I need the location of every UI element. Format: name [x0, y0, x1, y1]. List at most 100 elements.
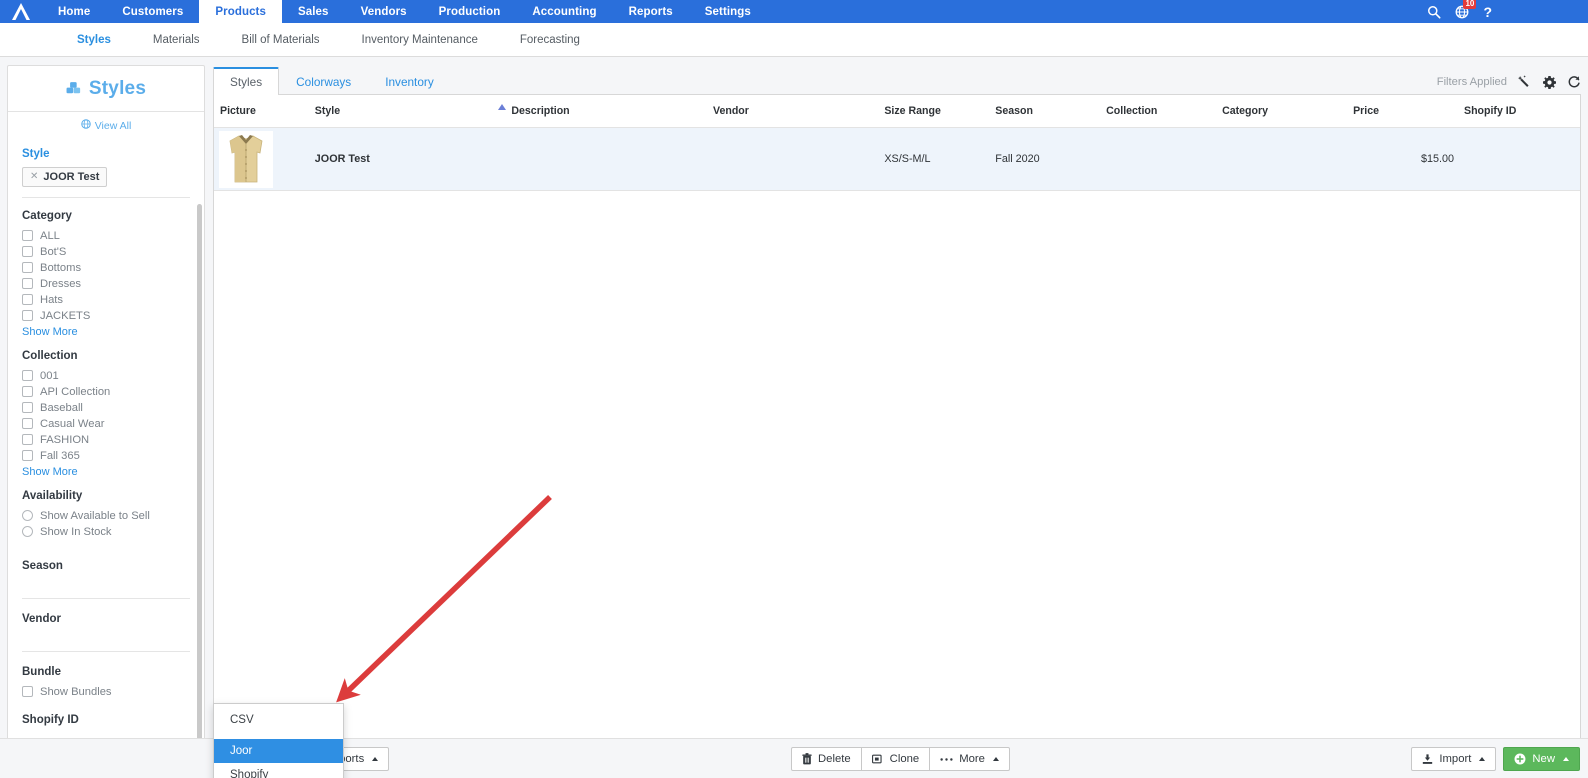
cell-collection: [1106, 127, 1223, 191]
filter-group-season: Season: [22, 560, 190, 599]
column-header-category[interactable]: Category: [1222, 95, 1354, 128]
checkbox-icon[interactable]: [22, 434, 33, 445]
column-header-collection[interactable]: Collection: [1106, 95, 1223, 128]
checkbox-icon[interactable]: [22, 278, 33, 289]
column-header-vendor[interactable]: Vendor: [712, 95, 885, 128]
styles-table-container: Picture Style Description Vendor Size Ra…: [213, 94, 1581, 755]
checkbox-icon[interactable]: [22, 246, 33, 257]
more-button-label: More: [959, 753, 985, 765]
filter-option-show-in-stock[interactable]: Show In Stock: [22, 524, 190, 540]
cell-category: [1222, 127, 1354, 191]
download-icon: [1422, 753, 1433, 765]
company-logo[interactable]: [0, 0, 42, 23]
checkbox-icon[interactable]: [22, 310, 33, 321]
subnav-item-bill-of-materials[interactable]: Bill of Materials: [221, 34, 341, 46]
category-show-more-link[interactable]: Show More: [22, 326, 190, 338]
filter-option-show-available-to-sell[interactable]: Show Available to Sell: [22, 508, 190, 524]
delete-button[interactable]: Delete: [791, 747, 862, 771]
refresh-icon[interactable]: [1567, 75, 1581, 89]
filter-option-casual-wear[interactable]: Casual Wear: [22, 416, 190, 432]
column-header-picture[interactable]: Picture: [214, 95, 315, 128]
search-icon[interactable]: [1427, 5, 1441, 19]
subnav-item-forecasting[interactable]: Forecasting: [499, 34, 601, 46]
import-button[interactable]: Import: [1411, 747, 1497, 771]
filter-option-baseball[interactable]: Baseball: [22, 400, 190, 416]
help-icon[interactable]: ?: [1483, 5, 1492, 19]
filter-option-label: Fall 365: [40, 449, 80, 462]
cell-picture[interactable]: [214, 127, 315, 191]
gear-icon[interactable]: [1543, 75, 1556, 89]
export-menu-item-joor[interactable]: Joor: [214, 739, 343, 763]
checkbox-icon[interactable]: [22, 686, 33, 697]
collection-show-more-link[interactable]: Show More: [22, 466, 190, 478]
checkbox-icon[interactable]: [22, 294, 33, 305]
nav-item-reports[interactable]: Reports: [613, 0, 689, 23]
nav-item-sales[interactable]: Sales: [282, 0, 345, 23]
clone-button[interactable]: Clone: [860, 747, 931, 771]
subnav-item-styles[interactable]: Styles: [56, 34, 132, 46]
globe-icon[interactable]: 10: [1455, 0, 1477, 19]
tab-inventory[interactable]: Inventory: [368, 68, 451, 95]
cell-size-range: XS/S-M/L: [884, 127, 996, 191]
main-panel: Styles Colorways Inventory Filters Appli…: [213, 65, 1581, 755]
filter-option-label: Hats: [40, 293, 64, 306]
radio-icon[interactable]: [22, 510, 33, 521]
column-header-description[interactable]: Description: [498, 95, 713, 128]
subnav-item-inventory-maintenance[interactable]: Inventory Maintenance: [341, 34, 499, 46]
radio-icon[interactable]: [22, 526, 33, 537]
column-header-size-range[interactable]: Size Range: [884, 95, 996, 128]
filter-option-001[interactable]: 001: [22, 368, 190, 384]
checkbox-icon[interactable]: [22, 402, 33, 413]
filter-option-jackets[interactable]: JACKETS: [22, 308, 190, 324]
export-menu-item-csv[interactable]: CSV: [214, 708, 343, 732]
checkbox-icon[interactable]: [22, 262, 33, 273]
filter-option-show-bundles[interactable]: Show Bundles: [22, 684, 190, 700]
close-icon[interactable]: ✕: [30, 171, 38, 182]
nav-item-home[interactable]: Home: [42, 0, 106, 23]
magic-wand-icon[interactable]: [1518, 75, 1532, 89]
globe-icon: [80, 119, 91, 132]
tab-colorways[interactable]: Colorways: [279, 68, 368, 95]
nav-item-production[interactable]: Production: [423, 0, 517, 23]
column-header-season[interactable]: Season: [995, 95, 1107, 128]
checkbox-icon[interactable]: [22, 370, 33, 381]
top-nav-items: Home Customers Products Sales Vendors Pr…: [42, 0, 767, 23]
filter-option-bots[interactable]: Bot'S: [22, 244, 190, 260]
filter-group-vendor: Vendor: [22, 613, 190, 652]
filter-option-fall-365[interactable]: Fall 365: [22, 448, 190, 464]
nav-item-vendors[interactable]: Vendors: [345, 0, 423, 23]
filter-option-all[interactable]: ALL: [22, 228, 190, 244]
filter-chip-joor-test[interactable]: ✕ JOOR Test: [22, 166, 108, 187]
column-header-style[interactable]: Style: [314, 95, 512, 128]
nav-item-settings[interactable]: Settings: [689, 0, 767, 23]
new-button[interactable]: New: [1503, 747, 1580, 771]
table-row[interactable]: JOOR Test XS/S-M/L Fall 2020 $15.00: [214, 127, 1580, 191]
nav-item-customers[interactable]: Customers: [106, 0, 199, 23]
checkbox-icon[interactable]: [22, 230, 33, 241]
filter-group-season-title: Season: [22, 559, 63, 572]
checkbox-icon[interactable]: [22, 450, 33, 461]
filter-option-api-collection[interactable]: API Collection: [22, 384, 190, 400]
sidebar-scrollbar[interactable]: [197, 204, 202, 740]
more-button[interactable]: More: [929, 747, 1010, 771]
filter-option-bottoms[interactable]: Bottoms: [22, 260, 190, 276]
caret-up-icon: [1563, 757, 1569, 761]
column-header-shopify-id[interactable]: Shopify ID: [1464, 95, 1580, 128]
filter-group-collection-title: Collection: [22, 349, 78, 362]
column-header-price[interactable]: Price: [1353, 95, 1464, 128]
new-button-label: New: [1532, 753, 1555, 765]
export-menu-item-shopify[interactable]: Shopify: [214, 763, 343, 778]
ellipsis-icon: [940, 757, 953, 762]
subnav-item-materials[interactable]: Materials: [132, 34, 221, 46]
tab-styles[interactable]: Styles: [213, 67, 280, 95]
cell-style[interactable]: JOOR Test: [314, 127, 512, 191]
nav-item-accounting[interactable]: Accounting: [516, 0, 612, 23]
page-title: Styles: [88, 77, 147, 99]
filter-option-dresses[interactable]: Dresses: [22, 276, 190, 292]
checkbox-icon[interactable]: [22, 418, 33, 429]
filter-option-fashion[interactable]: FASHION: [22, 432, 190, 448]
filter-option-hats[interactable]: Hats: [22, 292, 190, 308]
checkbox-icon[interactable]: [22, 386, 33, 397]
view-all-link[interactable]: View All: [8, 112, 204, 136]
nav-item-products[interactable]: Products: [199, 0, 282, 23]
